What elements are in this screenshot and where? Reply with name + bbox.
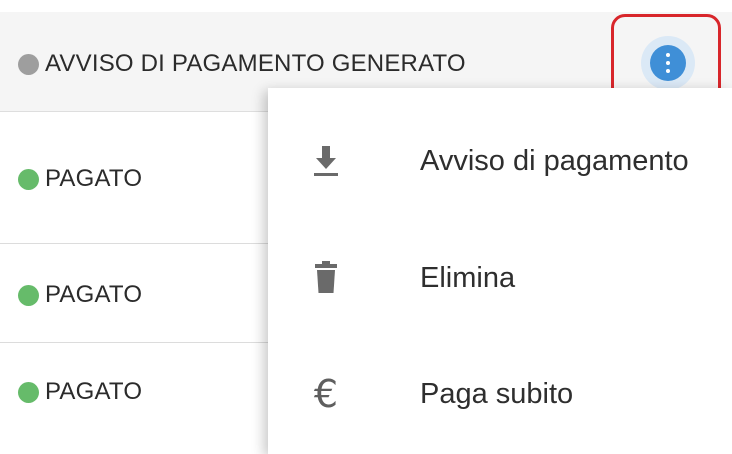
status-dot-green <box>18 284 39 306</box>
menu-item-label: Paga subito <box>420 377 574 410</box>
menu-item-label: Elimina <box>420 261 516 294</box>
menu-item-delete[interactable]: Elimina <box>268 253 732 303</box>
download-icon <box>308 143 344 179</box>
status-label: PAGATO <box>45 165 143 192</box>
menu-item-download-notice[interactable]: Avviso di pagamento <box>268 136 732 186</box>
trash-icon <box>308 260 344 296</box>
euro-icon: € <box>313 372 339 416</box>
payments-list: AVVISO DI PAGAMENTO GENERATO PAGATO PAGA… <box>0 0 732 454</box>
status-cell: PAGATO <box>18 281 142 309</box>
status-dot-green <box>18 168 39 190</box>
more-vert-icon[interactable] <box>650 45 686 81</box>
status-label: AVVISO DI PAGAMENTO GENERATO <box>45 50 466 77</box>
status-label: PAGATO <box>45 378 143 405</box>
status-label: PAGATO <box>45 281 143 308</box>
status-cell: PAGATO <box>18 165 142 193</box>
row-actions-menu: Avviso di pagamento Elimina € Paga subit… <box>268 88 732 454</box>
status-cell: PAGATO <box>18 378 142 406</box>
status-dot-green <box>18 381 39 403</box>
row-actions-button[interactable] <box>641 36 695 90</box>
status-cell: AVVISO DI PAGAMENTO GENERATO <box>18 50 466 78</box>
menu-item-pay-now[interactable]: € Paga subito <box>268 369 732 419</box>
menu-item-label: Avviso di pagamento <box>420 144 689 177</box>
status-dot-gray <box>18 53 39 75</box>
